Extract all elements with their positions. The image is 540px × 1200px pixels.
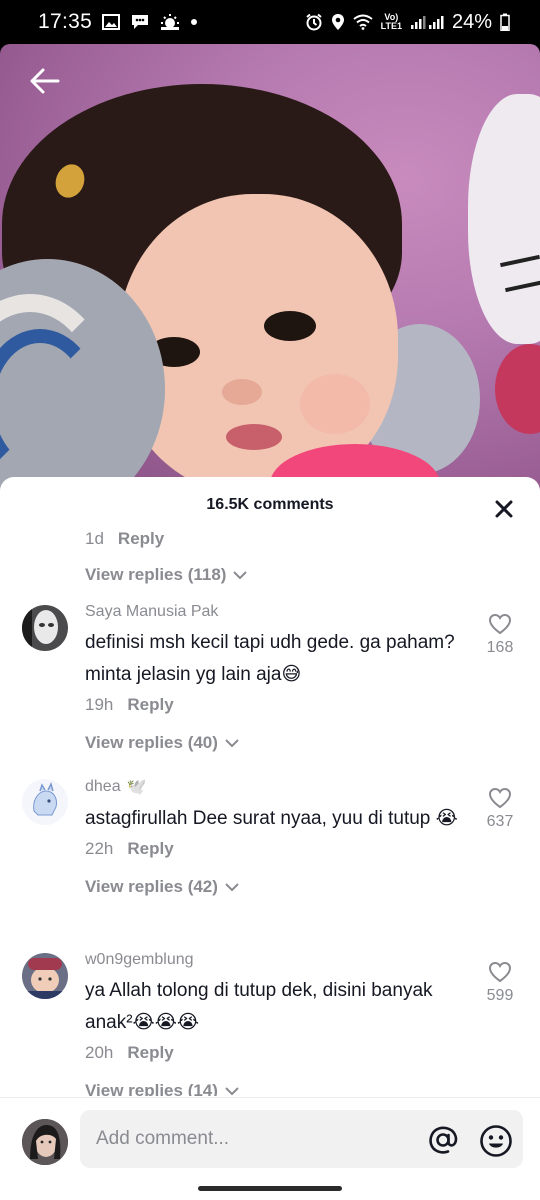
comment-list[interactable]: 1d Reply View replies (118) Saya Manusia… [0, 529, 540, 1096]
view-replies-label: View replies (118) [85, 565, 227, 584]
video-plush-red [495, 344, 540, 434]
heart-icon [488, 961, 512, 983]
comment-time: 1d [85, 529, 104, 548]
comment-item: Saya Manusia Pak definisi msh kecil tapi… [0, 603, 540, 753]
reply-button[interactable]: Reply [127, 839, 173, 859]
gallery-icon [102, 14, 121, 30]
chat-icon [130, 13, 150, 31]
view-replies-label: View replies (40) [85, 733, 218, 752]
alarm-icon [305, 13, 323, 31]
dove-icon: 🕊️ [126, 779, 147, 796]
avatar[interactable] [22, 779, 68, 825]
video-player[interactable] [0, 44, 540, 494]
comments-count-title: 16.5K comments [206, 496, 334, 513]
reply-button[interactable]: Reply [127, 695, 173, 715]
comment-input-box[interactable] [80, 1110, 523, 1168]
comment-composer [0, 1097, 540, 1200]
reply-button[interactable]: Reply [127, 1043, 173, 1063]
chevron-down-icon [225, 739, 239, 748]
view-replies-label: View replies (14) [85, 1081, 218, 1096]
status-bar: 17:35 Vo) LTE1 24% [0, 0, 540, 44]
comment-meta: 22h Reply [85, 839, 460, 859]
avatar[interactable] [22, 953, 68, 999]
comment-text: ya Allah tolong di tutup dek, disini ban… [85, 980, 433, 1033]
comment-username[interactable]: w0n9gemblung [85, 951, 460, 969]
comment-item: dhea 🕊️ astagfirullah Dee surat nyaa, yu… [0, 777, 540, 897]
at-sign-icon [429, 1126, 458, 1154]
comment-meta: 20h Reply [85, 1043, 460, 1063]
like-count: 599 [486, 987, 514, 1004]
avatar[interactable] [22, 605, 68, 651]
comment-text: definisi msh kecil tapi udh gede. ga pah… [85, 632, 455, 685]
location-icon [331, 13, 345, 31]
heart-icon [488, 613, 512, 635]
chevron-down-icon [225, 1087, 239, 1096]
like-button[interactable]: 168 [480, 613, 520, 657]
back-arrow-icon [30, 68, 60, 94]
view-replies-button[interactable]: View replies (42) [85, 877, 240, 897]
chevron-down-icon [233, 571, 248, 580]
comments-sheet: 16.5K comments 1d Reply View replies (11… [0, 477, 540, 1200]
video-eye [264, 311, 316, 341]
like-count: 168 [486, 639, 514, 656]
heart-icon [488, 787, 512, 809]
status-time: 17:35 [38, 10, 93, 33]
dot-icon [190, 18, 198, 26]
close-button[interactable] [490, 495, 518, 523]
emoji-button[interactable] [479, 1124, 513, 1158]
view-replies-button[interactable]: View replies (14) [85, 1081, 240, 1096]
video-mouth [226, 424, 282, 450]
view-replies-label: View replies (42) [85, 877, 218, 896]
comment-item: w0n9gemblung ya Allah tolong di tutup de… [0, 951, 540, 1096]
like-button[interactable]: 599 [480, 961, 520, 1005]
reply-button[interactable]: Reply [118, 529, 164, 549]
mention-button[interactable] [427, 1124, 459, 1156]
like-count: 637 [486, 813, 514, 830]
chevron-down-icon [225, 883, 239, 892]
comment-username[interactable]: dhea 🕊️ [85, 777, 460, 797]
comment-time: 22h [85, 839, 114, 858]
battery-icon [500, 13, 510, 31]
comment-meta: 19h Reply [85, 695, 460, 715]
video-plush-shape [468, 94, 540, 344]
signal-icon [410, 14, 444, 30]
comment-input[interactable] [96, 1128, 416, 1150]
video-cheek [300, 374, 370, 434]
close-icon [495, 500, 513, 518]
comment-time: 20h [85, 1043, 114, 1062]
weather-icon [160, 13, 180, 31]
home-indicator[interactable] [198, 1186, 342, 1191]
like-button[interactable]: 637 [480, 787, 520, 831]
comments-header: 16.5K comments [0, 477, 540, 533]
view-replies-button[interactable]: View replies (118) [85, 565, 248, 585]
partial-comment: 1d Reply [85, 529, 164, 549]
comment-meta: 1d Reply [85, 529, 164, 549]
view-replies-button[interactable]: View replies (40) [85, 733, 240, 753]
video-nose [222, 379, 262, 405]
comment-username[interactable]: Saya Manusia Pak [85, 603, 460, 621]
user-avatar[interactable] [22, 1119, 68, 1165]
wifi-icon [353, 14, 373, 30]
battery-percent: 24% [451, 10, 492, 33]
comment-time: 19h [85, 695, 114, 714]
smiley-icon [480, 1125, 512, 1157]
comment-text: astagfirullah Dee surat nyaa, yuu di tut… [85, 808, 458, 829]
network-type: Vo) LTE1 [380, 12, 402, 31]
back-button[interactable] [25, 64, 65, 98]
